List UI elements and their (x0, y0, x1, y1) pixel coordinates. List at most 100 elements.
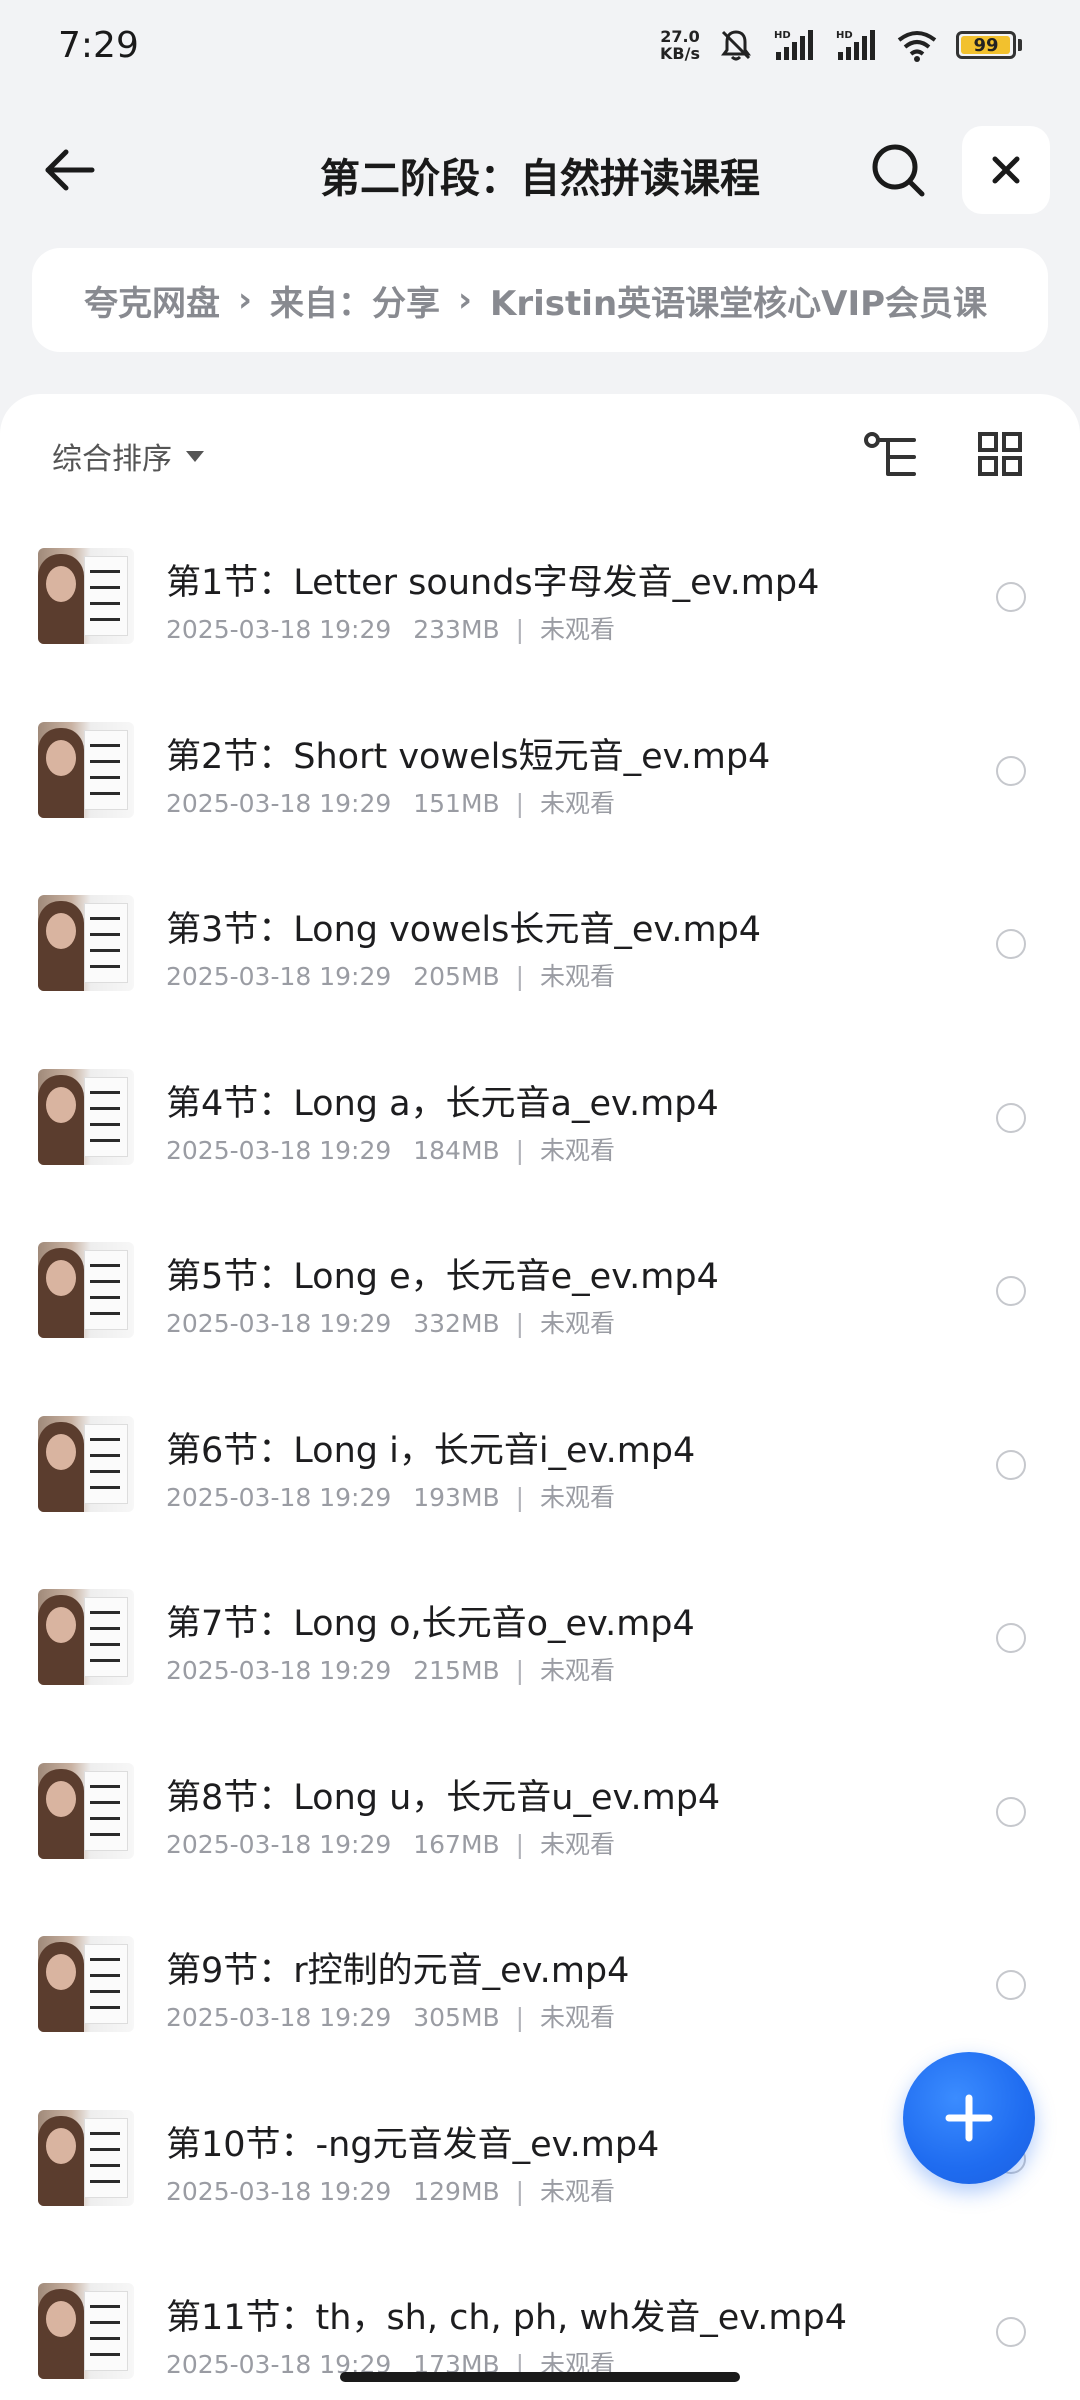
thumbnail-face (46, 566, 76, 602)
thumbnail-face (46, 1086, 76, 1123)
thumbnail-line (90, 2006, 120, 2009)
video-thumbnail (38, 1415, 134, 1512)
svg-text:HD: HD (774, 30, 791, 41)
meta-separator: | (515, 2176, 525, 2206)
meta-separator: | (515, 615, 525, 644)
file-watch-status: 未观看 (540, 2003, 616, 2032)
select-radio[interactable] (996, 1102, 1026, 1133)
file-row[interactable]: 第5节：Long e，长元音e_ev.mp4 2025-03-18 19:29 … (0, 1212, 1080, 1386)
file-row[interactable]: 第7节：Long o,长元音o_ev.mp4 2025-03-18 19:29 … (0, 1559, 1080, 1733)
thumbnail-line (90, 1627, 120, 1630)
file-size: 305MB (413, 2003, 500, 2032)
select-radio[interactable] (996, 2317, 1026, 2347)
meta-separator: | (515, 2003, 525, 2032)
search-button[interactable] (866, 138, 930, 202)
video-thumbnail (38, 1589, 134, 1685)
thumbnail-line (90, 1138, 120, 1142)
file-watch-status: 未观看 (540, 788, 616, 818)
select-radio[interactable] (996, 929, 1026, 959)
thumbnail-line (90, 1643, 120, 1646)
grid-view-icon (978, 432, 1022, 476)
signal-hd-icon: HD (772, 28, 816, 62)
file-name: 第6节：Long i，长元音i_ev.mp4 (166, 1430, 696, 1471)
thumbnail-line (90, 1958, 120, 1961)
file-row[interactable]: 第2节：Short vowels短元音_ev.mp4 2025-03-18 19… (0, 692, 1080, 866)
thumbnail-whiteboard (84, 556, 128, 636)
file-watch-status: 未观看 (540, 1482, 616, 1512)
select-radio[interactable] (996, 1623, 1026, 1653)
header: 第二阶段：自然拼读课程 (0, 120, 1080, 220)
thumbnail-face (46, 739, 76, 776)
file-meta: 2025-03-18 19:29 167MB | 未观看 (166, 1825, 615, 1861)
file-meta: 2025-03-18 19:29 151MB | 未观看 (166, 784, 615, 820)
file-meta: 2025-03-18 19:29 215MB | 未观看 (166, 1651, 615, 1687)
sort-dropdown[interactable]: 综合排序 (52, 434, 204, 478)
select-radio[interactable] (996, 1970, 1026, 2000)
select-radio[interactable] (996, 755, 1026, 786)
select-radio[interactable] (996, 1796, 1026, 1827)
wifi-icon (896, 28, 938, 62)
file-size: 193MB (413, 1482, 500, 1512)
thumbnail-line (90, 2321, 120, 2324)
video-thumbnail (38, 2283, 134, 2379)
thumbnail-whiteboard (84, 1076, 128, 1157)
svg-text:HD: HD (836, 30, 853, 41)
file-size: 167MB (413, 1829, 500, 1859)
meta-separator: | (515, 1482, 525, 1512)
file-row[interactable]: 第9节：r控制的元音_ev.mp4 2025-03-18 19:29 305MB… (0, 1906, 1080, 2080)
add-button[interactable] (903, 2052, 1035, 2184)
thumbnail-line (90, 1832, 120, 1836)
thumbnail-line (90, 2337, 120, 2340)
home-indicator[interactable] (340, 2372, 740, 2382)
video-thumbnail (38, 1762, 134, 1859)
caret-down-icon (186, 450, 204, 462)
file-meta: 2025-03-18 19:29 233MB | 未观看 (166, 610, 615, 646)
thumbnail-line (90, 1437, 120, 1441)
thumbnail-whiteboard (84, 903, 128, 983)
thumbnail-line (90, 1106, 120, 1110)
close-button[interactable] (962, 126, 1050, 214)
thumbnail-line (90, 586, 120, 589)
file-date: 2025-03-18 19:29 (166, 1135, 392, 1165)
file-meta: 2025-03-18 19:29 129MB | 未观看 (166, 2172, 615, 2208)
file-size: 129MB (413, 2176, 500, 2206)
breadcrumb-item-shared[interactable]: 来自：分享 (270, 276, 440, 325)
file-date: 2025-03-18 19:29 (166, 1656, 392, 1685)
select-radio[interactable] (996, 582, 1026, 612)
thumbnail-line (90, 743, 120, 747)
network-speed-unit: KB/s (660, 44, 700, 63)
file-meta: 2025-03-18 19:29 193MB | 未观看 (166, 1478, 615, 1514)
breadcrumb-item-folder[interactable]: Kristin英语课堂核心VIP会员课 (490, 276, 987, 325)
file-name: 第5节：Long e，长元音e_ev.mp4 (166, 1257, 719, 1297)
file-row[interactable]: 第1节：Letter sounds字母发音_ev.mp4 2025-03-18 … (0, 518, 1080, 692)
thumbnail-whiteboard (84, 1944, 128, 2024)
thumbnail-face (46, 1433, 76, 1470)
file-date: 2025-03-18 19:29 (166, 1309, 392, 1338)
meta-separator: | (515, 1135, 525, 1165)
status-time: 7:29 (58, 24, 139, 66)
file-size: 184MB (413, 1135, 500, 1165)
thumbnail-line (90, 949, 120, 952)
file-name: 第7节：Long o,长元音o_ev.mp4 (166, 1604, 695, 1644)
thumbnail-whiteboard (84, 1597, 128, 1677)
file-row[interactable]: 第4节：Long a，长元音a_ev.mp4 2025-03-18 19:29 … (0, 1039, 1080, 1213)
thumbnail-line (90, 1453, 120, 1457)
select-radio[interactable] (996, 1449, 1026, 1480)
grid-view-button[interactable] (976, 430, 1024, 478)
file-name: 第10节：-ng元音发音_ev.mp4 (166, 2124, 660, 2165)
thumbnail-line (90, 602, 120, 605)
close-icon (992, 156, 1020, 184)
file-row[interactable]: 第6节：Long i，长元音i_ev.mp4 2025-03-18 19:29 … (0, 1386, 1080, 1560)
thumbnail-line (90, 965, 120, 968)
file-row[interactable]: 第3节：Long vowels长元音_ev.mp4 2025-03-18 19:… (0, 865, 1080, 1039)
thumbnail-line (90, 1122, 120, 1126)
tree-view-button[interactable] (862, 430, 920, 484)
thumbnail-whiteboard (84, 1770, 128, 1851)
breadcrumb-item-root[interactable]: 夸克网盘 (84, 276, 220, 325)
video-thumbnail (38, 548, 134, 644)
breadcrumb: 夸克网盘 › 来自：分享 › Kristin英语课堂核心VIP会员课 (32, 248, 1048, 352)
file-watch-status: 未观看 (540, 1135, 616, 1165)
select-radio[interactable] (996, 1276, 1026, 1306)
search-icon (872, 144, 925, 197)
file-row[interactable]: 第8节：Long u，长元音u_ev.mp4 2025-03-18 19:29 … (0, 1733, 1080, 1907)
